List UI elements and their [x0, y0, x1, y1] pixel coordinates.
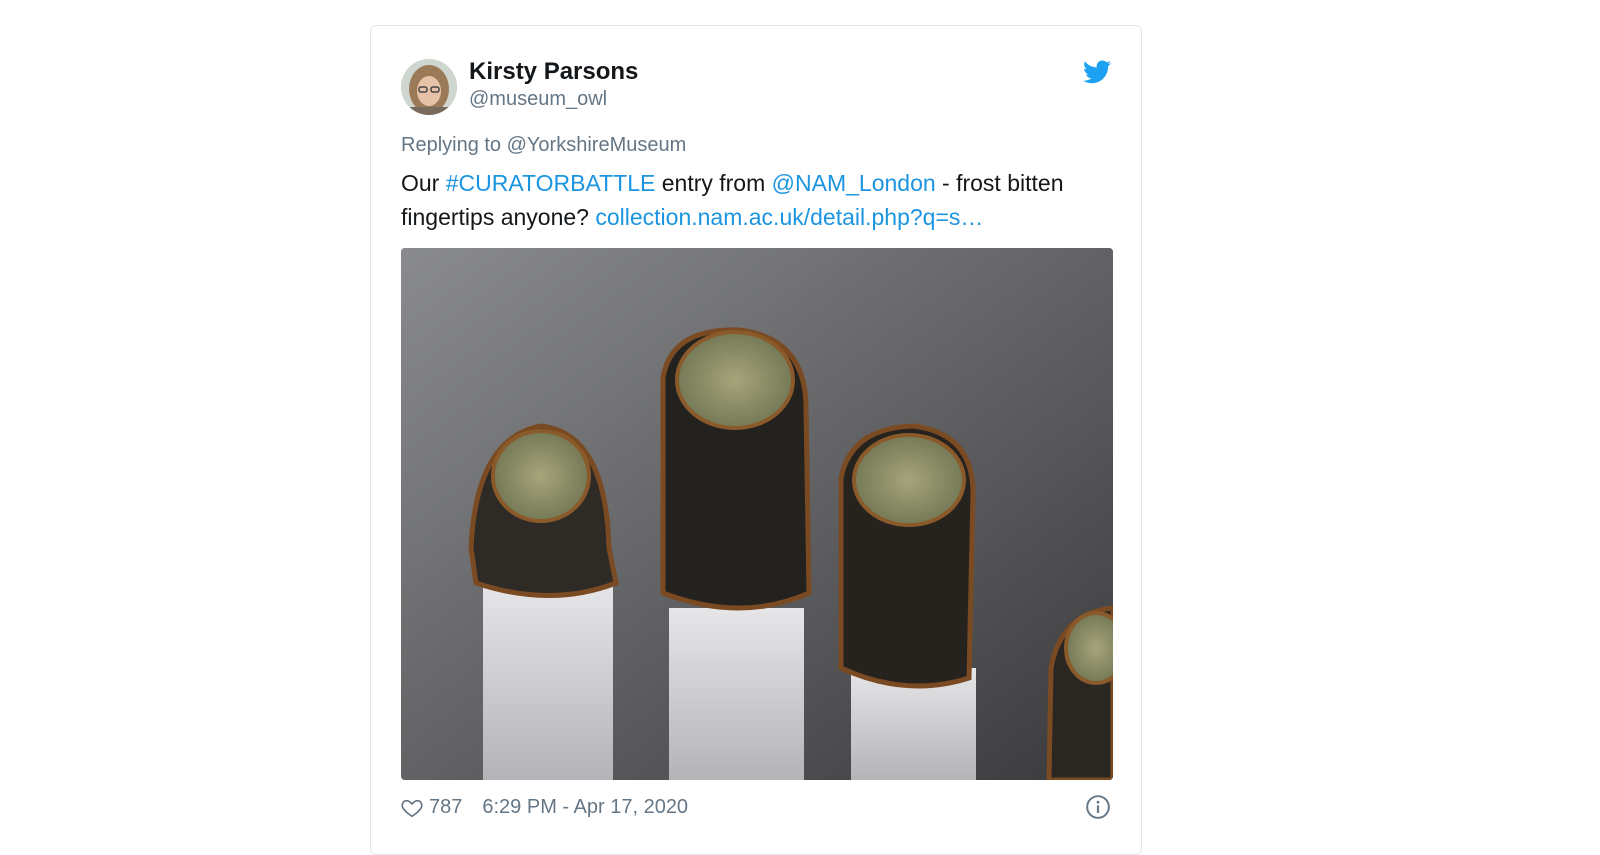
reply-to-link[interactable]: @YorkshireMuseum — [507, 134, 687, 156]
mention-link[interactable]: @NAM_London — [772, 170, 936, 196]
author-handle[interactable]: @museum_owl — [469, 88, 607, 111]
info-icon[interactable] — [1085, 794, 1111, 820]
tweet-text-part: entry from — [655, 170, 772, 196]
twitter-bird-icon[interactable] — [1083, 60, 1111, 84]
heart-icon[interactable] — [401, 797, 423, 819]
like-count[interactable]: 787 — [429, 796, 462, 819]
reply-context: Replying to @YorkshireMuseum — [401, 134, 686, 157]
author-name[interactable]: Kirsty Parsons — [469, 58, 638, 86]
url-link[interactable]: collection.nam.ac.uk/detail.php?q=s… — [595, 204, 983, 230]
tweet-text: Our #CURATORBATTLE entry from @NAM_Londo… — [401, 166, 1111, 234]
timestamp[interactable]: 6:29 PM - Apr 17, 2020 — [482, 796, 688, 819]
avatar[interactable] — [401, 59, 457, 115]
tweet-card: Kirsty Parsons @museum_owl Replying to @… — [370, 25, 1142, 855]
tweet-text-part: Our — [401, 170, 446, 196]
tweet-footer: 787 6:29 PM - Apr 17, 2020 — [401, 796, 688, 819]
hashtag-link[interactable]: #CURATORBATTLE — [446, 170, 656, 196]
tweet-image[interactable] — [401, 248, 1113, 780]
reply-prefix: Replying to — [401, 134, 502, 156]
